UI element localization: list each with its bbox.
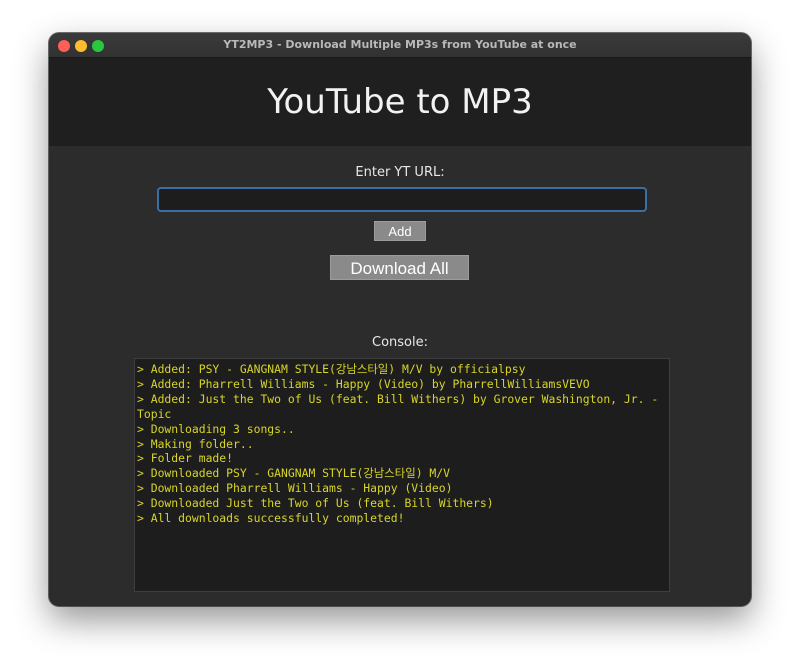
console-line: > Downloading 3 songs.. [137,421,295,436]
title-bar[interactable]: YT2MP3 - Download Multiple MP3s from You… [49,33,751,58]
console-line: > Downloaded Just the Two of Us (feat. B… [137,496,494,511]
window-title: YT2MP3 - Download Multiple MP3s from You… [223,38,577,51]
url-input[interactable] [159,189,645,210]
console-line: > Added: Just the Two of Us (feat. Bill … [137,391,666,421]
console-line: > Making folder.. [137,436,254,451]
console-output[interactable]: > Added: PSY - GANGNAM STYLE(강남스타일) M/V … [134,358,670,592]
console-line: > Added: PSY - GANGNAM STYLE(강남스타일) M/V … [137,362,526,376]
url-label: Enter YT URL: [355,165,445,180]
download-all-button[interactable]: Download All [330,255,469,280]
page-title: YouTube to MP3 [267,82,533,122]
console-line: > Added: Pharrell Williams - Happy (Vide… [137,376,590,391]
console-line: > All downloads successfully completed! [137,511,405,526]
console-line: > Folder made! [137,451,234,466]
console-line: > Downloaded Pharrell Williams - Happy (… [137,481,453,496]
app-window: YT2MP3 - Download Multiple MP3s from You… [49,33,751,606]
console-label: Console: [372,335,428,350]
app-header: YouTube to MP3 [49,58,751,146]
add-button[interactable]: Add [374,221,426,241]
console-line: > Downloaded PSY - GANGNAM STYLE(강남스타일) … [137,466,450,481]
